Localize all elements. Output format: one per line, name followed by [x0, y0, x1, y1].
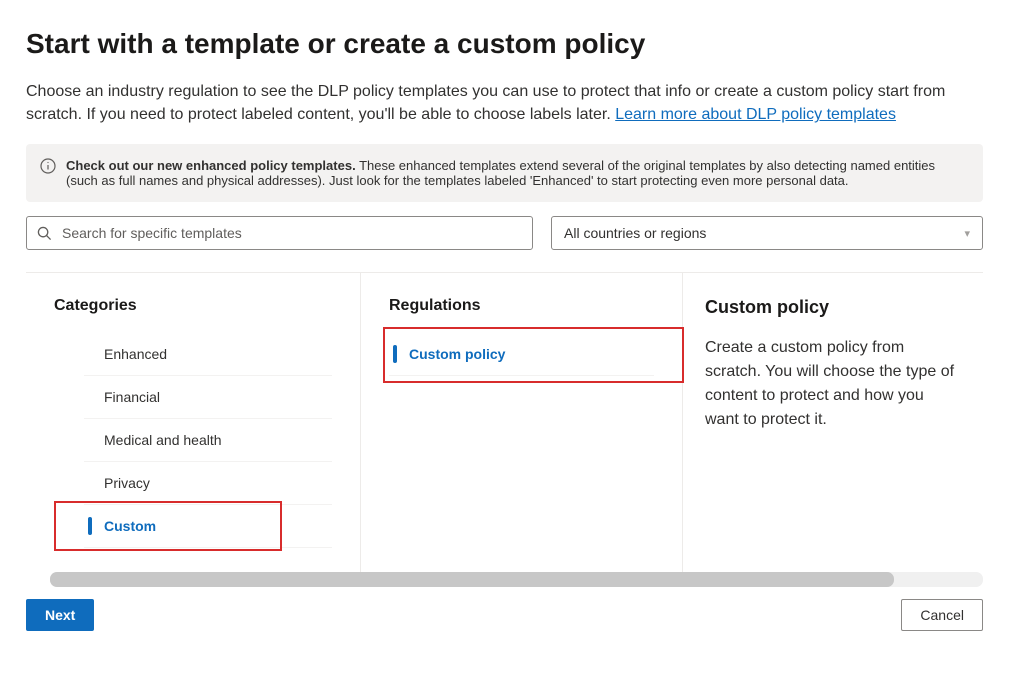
regulation-custom-policy[interactable]: Custom policy	[389, 333, 654, 376]
regulations-heading: Regulations	[389, 297, 654, 315]
notice-bold: Check out our new enhanced policy templa…	[66, 158, 356, 173]
scrollbar-thumb[interactable]	[50, 572, 894, 587]
template-columns: Categories Enhanced Financial Medical an…	[26, 272, 983, 572]
highlight-box-icon	[54, 501, 282, 551]
category-enhanced[interactable]: Enhanced	[84, 333, 332, 376]
search-input[interactable]	[60, 224, 522, 242]
region-dropdown[interactable]: All countries or regions ▾	[551, 216, 983, 250]
chevron-down-icon: ▾	[964, 227, 970, 240]
details-body: Create a custom policy from scratch. You…	[705, 336, 955, 432]
category-privacy[interactable]: Privacy	[84, 462, 332, 505]
enhanced-templates-notice: Check out our new enhanced policy templa…	[26, 144, 983, 202]
filter-row: All countries or regions ▾	[26, 216, 983, 250]
learn-more-link[interactable]: Learn more about DLP policy templates	[615, 106, 896, 123]
search-icon	[37, 226, 52, 241]
categories-heading: Categories	[54, 297, 332, 315]
categories-column: Categories Enhanced Financial Medical an…	[26, 273, 361, 572]
wizard-footer: Next Cancel	[0, 587, 1009, 645]
policy-template-page: Start with a template or create a custom…	[0, 0, 1009, 572]
intro-paragraph: Choose an industry regulation to see the…	[26, 80, 983, 126]
category-custom[interactable]: Custom	[84, 505, 332, 548]
horizontal-scrollbar[interactable]	[50, 572, 983, 587]
next-button[interactable]: Next	[26, 599, 94, 631]
category-financial[interactable]: Financial	[84, 376, 332, 419]
details-column: Custom policy Create a custom policy fro…	[683, 273, 983, 572]
regulations-column: Regulations Custom policy	[361, 273, 683, 572]
category-medical[interactable]: Medical and health	[84, 419, 332, 462]
category-custom-label: Custom	[104, 518, 156, 534]
details-title: Custom policy	[705, 297, 955, 318]
cancel-button[interactable]: Cancel	[901, 599, 983, 631]
region-value: All countries or regions	[564, 225, 706, 241]
regulation-custom-label: Custom policy	[409, 346, 505, 362]
info-icon	[40, 158, 56, 174]
template-search[interactable]	[26, 216, 533, 250]
page-title: Start with a template or create a custom…	[26, 28, 983, 60]
